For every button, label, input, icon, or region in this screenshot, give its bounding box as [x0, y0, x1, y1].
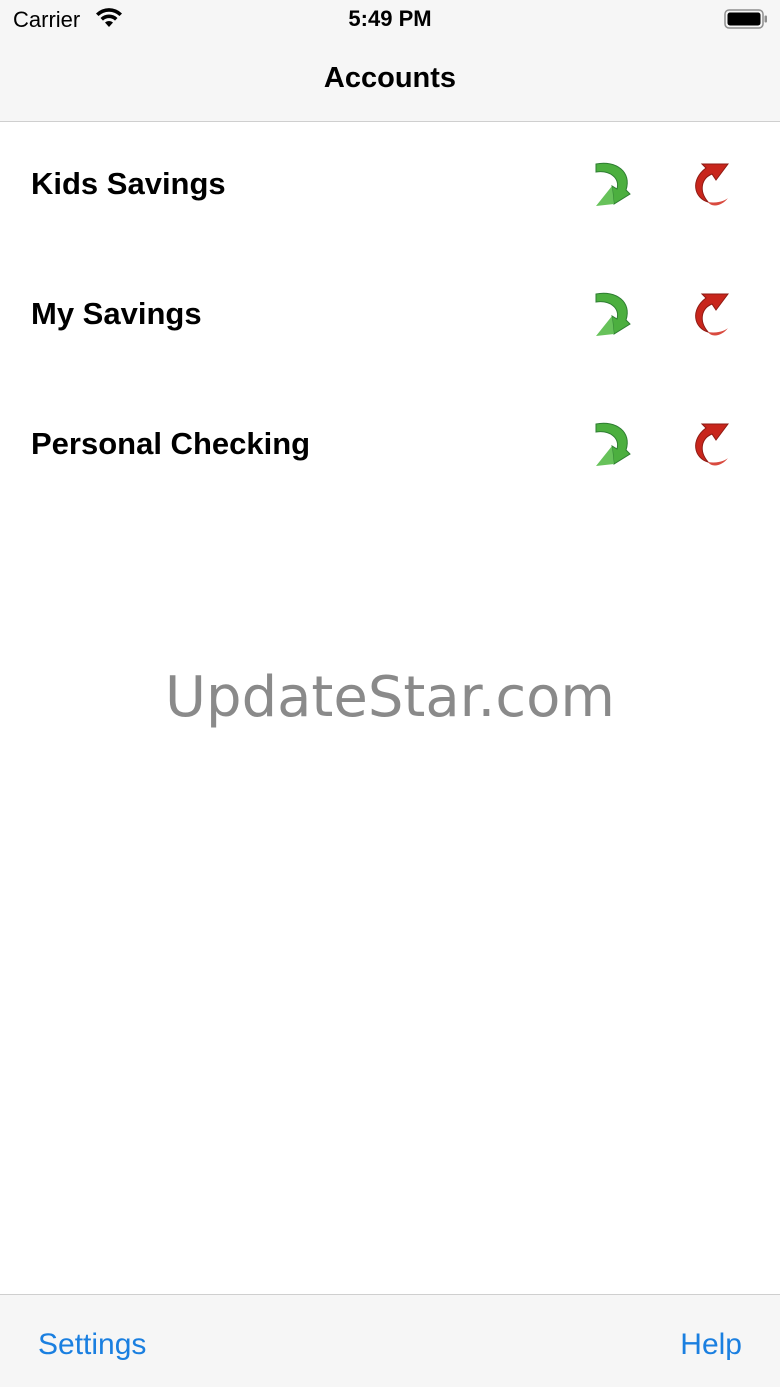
red-curved-arrow-icon[interactable]	[682, 288, 732, 342]
green-curved-arrow-icon[interactable]	[586, 158, 636, 212]
red-curved-arrow-icon[interactable]	[682, 418, 732, 472]
account-name: Personal Checking	[31, 426, 311, 461]
battery-icon	[724, 9, 767, 29]
account-list: Kids Savings My Savings Personal Checkin	[0, 122, 780, 512]
green-curved-arrow-icon[interactable]	[586, 418, 636, 472]
status-time: 5:49 PM	[348, 6, 432, 31]
account-row[interactable]: Personal Checking	[0, 382, 780, 512]
status-bar: Carrier 5:49 PM	[0, 0, 780, 40]
page-title: Accounts	[323, 62, 457, 94]
red-curved-arrow-icon[interactable]	[682, 158, 732, 212]
account-row[interactable]: Kids Savings	[0, 122, 780, 252]
bottom-toolbar: Settings Help	[0, 1294, 780, 1387]
navigation-bar: Accounts	[0, 40, 780, 122]
account-name: Kids Savings	[31, 166, 226, 201]
help-button[interactable]: Help	[680, 1328, 742, 1362]
account-name: My Savings	[31, 296, 202, 331]
watermark: UpdateStar.com	[165, 665, 615, 730]
account-row[interactable]: My Savings	[0, 252, 780, 382]
screen: Carrier 5:49 PM Accounts Kids Savings My…	[0, 0, 780, 1387]
green-curved-arrow-icon[interactable]	[586, 288, 636, 342]
settings-button[interactable]: Settings	[38, 1328, 146, 1362]
